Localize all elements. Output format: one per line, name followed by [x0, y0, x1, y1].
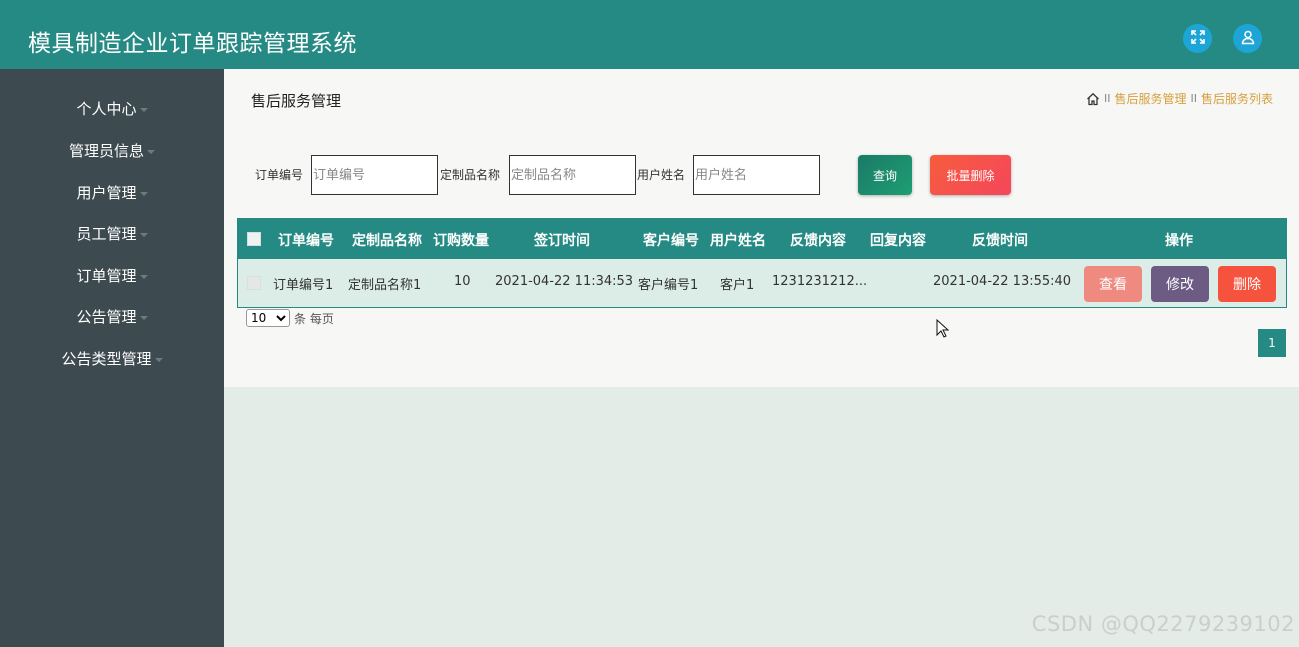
caret-down-icon: [139, 232, 148, 237]
product-name-label: 定制品名称: [440, 168, 501, 182]
user-icon: [1240, 29, 1256, 49]
cell-feedback: 1231231212...: [772, 274, 868, 289]
sidebar-item-personal-center[interactable]: 个人中心: [0, 98, 224, 119]
page-title: 售后服务管理: [251, 92, 342, 110]
sidebar-item-notice-type-management[interactable]: 公告类型管理: [0, 348, 224, 369]
delete-button[interactable]: 删除: [1218, 266, 1276, 302]
fullscreen-icon: [1190, 29, 1206, 49]
main-content: 售后服务管理 II 售后服务管理 II 售后服务列表 订单编号 定制品名称 用户…: [224, 69, 1299, 387]
column-header: 订购数量: [433, 233, 489, 249]
breadcrumb-item[interactable]: 售后服务列表: [1201, 90, 1273, 107]
page-number-button[interactable]: 1: [1258, 329, 1286, 357]
mouse-cursor-icon: [936, 318, 950, 339]
cell-feedback-time: 2021-04-22 13:55:40: [933, 274, 1072, 289]
sidebar-item-user-management[interactable]: 用户管理: [0, 182, 224, 203]
caret-down-icon: [139, 191, 148, 196]
cell-customer-no: 客户编号1: [638, 278, 699, 293]
user-name-label: 用户姓名: [637, 168, 686, 182]
row-checkbox[interactable]: [247, 276, 261, 290]
order-no-input[interactable]: [311, 155, 438, 195]
table-header: 订单编号 定制品名称 订购数量 签订时间 客户编号 用户姓名 反馈内容 回复内容…: [238, 219, 1286, 259]
sidebar-item-order-management[interactable]: 订单管理: [0, 265, 224, 286]
after-sales-table: 订单编号 定制品名称 订购数量 签订时间 客户编号 用户姓名 反馈内容 回复内容…: [237, 218, 1287, 308]
query-button[interactable]: 查询: [858, 155, 912, 195]
breadcrumb: II 售后服务管理 II 售后服务列表: [1086, 90, 1273, 107]
column-header: 签订时间: [534, 233, 590, 249]
order-no-label: 订单编号: [255, 168, 304, 182]
cell-product-name: 定制品名称1: [348, 278, 422, 293]
caret-down-icon: [147, 149, 155, 154]
per-page-label: 条 每页: [294, 311, 334, 326]
breadcrumb-separator: II: [1190, 92, 1197, 105]
page-size-select[interactable]: 10: [246, 309, 290, 327]
user-button[interactable]: [1233, 24, 1262, 53]
caret-down-icon: [154, 357, 163, 362]
table-row: 订单编号1 定制品名称1 10 2021-04-22 11:34:53 客户编号…: [238, 259, 1286, 307]
column-header: 定制品名称: [352, 233, 422, 249]
product-name-input[interactable]: [509, 155, 636, 195]
sidebar-item-staff-management[interactable]: 员工管理: [0, 223, 224, 244]
breadcrumb-item[interactable]: 售后服务管理: [1114, 90, 1186, 107]
caret-down-icon: [139, 274, 148, 279]
watermark: CSDN @QQ2279239102: [1031, 612, 1295, 636]
cell-order-no: 订单编号1: [273, 278, 334, 293]
page-size-control: 10 条 每页: [246, 309, 334, 327]
app-header: 模具制造企业订单跟踪管理系统: [0, 0, 1299, 69]
home-icon[interactable]: [1086, 92, 1100, 106]
fullscreen-button[interactable]: [1183, 24, 1212, 53]
view-button[interactable]: 查看: [1084, 266, 1142, 302]
sidebar-item-notice-management[interactable]: 公告管理: [0, 306, 224, 327]
column-header: 操作: [1165, 233, 1193, 249]
batch-delete-button[interactable]: 批量删除: [930, 155, 1011, 195]
cell-quantity: 10: [454, 274, 471, 289]
sidebar-item-admin-info[interactable]: 管理员信息: [0, 140, 224, 161]
caret-down-icon: [139, 315, 148, 320]
caret-down-icon: [139, 107, 148, 112]
select-all-checkbox[interactable]: [247, 232, 261, 246]
cell-user-name: 客户1: [720, 278, 755, 293]
app-title: 模具制造企业订单跟踪管理系统: [28, 31, 357, 57]
edit-button[interactable]: 修改: [1151, 266, 1209, 302]
sidebar: 个人中心 管理员信息 用户管理 员工管理 订单管理 公告管理 公告类型管理: [0, 69, 224, 647]
cell-sign-time: 2021-04-22 11:34:53: [495, 274, 634, 289]
column-header: 反馈时间: [972, 233, 1028, 249]
column-header: 用户姓名: [710, 233, 766, 249]
breadcrumb-separator: II: [1103, 92, 1111, 105]
user-name-input[interactable]: [693, 155, 820, 195]
column-header: 反馈内容: [790, 233, 846, 249]
column-header: 客户编号: [643, 233, 699, 249]
column-header: 订单编号: [278, 233, 334, 249]
column-header: 回复内容: [870, 233, 926, 249]
